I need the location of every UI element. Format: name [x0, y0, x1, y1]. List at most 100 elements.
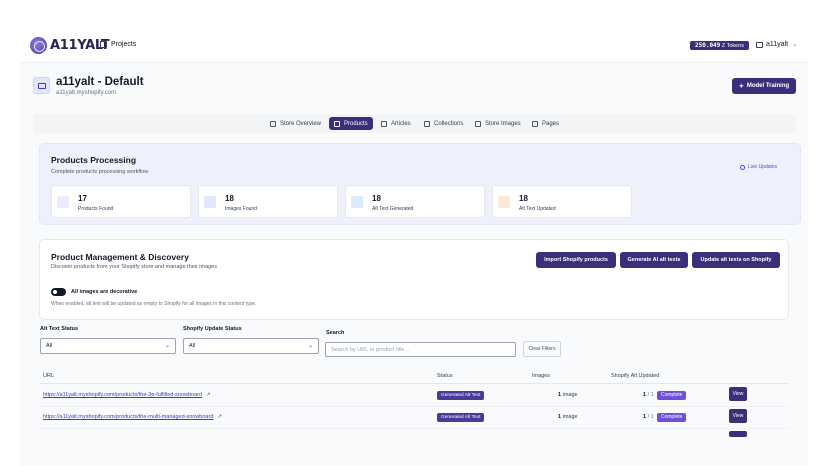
store-icon	[270, 120, 276, 127]
status-badge: Generated Alt Text	[437, 391, 485, 400]
image-count: 1 image	[558, 414, 578, 420]
projects-link[interactable]: Projects	[100, 41, 136, 48]
generate-alt-texts-button[interactable]: Generate AI alt texts	[620, 252, 688, 268]
stat-alt-text-generated: 18 Alt Text Generated	[345, 185, 485, 218]
management-title: Product Management & Discovery	[51, 252, 189, 262]
tab-collections[interactable]: Collections	[419, 117, 468, 130]
tab-label: Collections	[434, 120, 464, 127]
view-button[interactable]: View	[729, 387, 747, 401]
stat-value: 18	[519, 194, 528, 203]
stat-alt-text-updated: 18 Alt Text Updated	[492, 185, 632, 218]
image-icon	[204, 196, 216, 208]
updated-count: 1 / 1	[643, 414, 654, 420]
product-url: https://a11yalt.myshopify.com/products/t…	[43, 414, 214, 420]
complete-badge: Complete	[657, 413, 687, 422]
tab-articles[interactable]: Articles	[376, 117, 416, 130]
store-icon	[756, 41, 763, 48]
stat-label: Alt Text Updated	[519, 206, 556, 212]
chevron-down-icon: ⌄	[164, 343, 170, 349]
stat-images-found: 18 Images Found	[198, 185, 338, 218]
updated-total: / 1	[647, 414, 654, 420]
external-link-icon: ↗	[217, 414, 222, 420]
external-link-icon: ↗	[206, 392, 211, 398]
tab-store-images[interactable]: Store Images	[470, 117, 526, 130]
column-url: URL	[43, 373, 55, 379]
model-training-button[interactable]: ✦ Model Training	[732, 78, 796, 94]
status-badge: Generated Alt Text	[437, 413, 485, 422]
stat-value: 17	[78, 194, 87, 203]
sparkle-icon: ✦	[738, 83, 744, 90]
logo-mark-icon	[30, 37, 47, 54]
product-url: https://a11yalt.myshopify.com/products/t…	[43, 392, 203, 398]
model-training-label: Model Training	[746, 83, 790, 89]
updated-count: 1 / 1	[643, 392, 654, 398]
stat-label: Alt Text Generated	[372, 206, 414, 212]
collection-icon	[424, 120, 430, 127]
image-icon	[475, 120, 481, 127]
product-management-panel: Product Management & Discovery Discover …	[39, 239, 789, 320]
update-alt-texts-button[interactable]: Update alt texts on Shopify	[692, 252, 780, 268]
tokens-badge: 250.049 Z Tokens	[690, 41, 750, 50]
user-menu[interactable]: a11yalt ⌄	[756, 41, 797, 48]
chevron-down-icon: ⌄	[307, 343, 313, 349]
stat-value: 18	[372, 194, 381, 203]
tokens-value: 250.049	[695, 42, 721, 49]
page-icon	[532, 120, 538, 127]
app-window: A11YALT Projects 250.049 Z Tokens a11yal…	[20, 30, 808, 466]
products-processing-panel: Products Processing Complete products pr…	[39, 143, 801, 225]
article-icon	[381, 120, 387, 127]
table-header: URL Status Images Shopify Alt Updated	[39, 370, 789, 384]
clear-filters-button[interactable]: Clear Filters	[523, 341, 561, 357]
store-domain: a11yalt.myshopify.com	[56, 90, 117, 96]
refresh-icon	[498, 196, 510, 208]
decorative-toggle-help: When enabled, alt text will be updated a…	[51, 301, 257, 307]
processing-title: Products Processing	[51, 155, 137, 165]
live-updates-indicator: Live Updates	[740, 164, 777, 170]
brand-logo[interactable]: A11YALT	[30, 37, 110, 54]
shopify-status-label: Shopify Update Status	[183, 326, 242, 332]
alt-status-label: Alt Text Status	[40, 326, 79, 332]
view-button-partial[interactable]	[729, 431, 747, 437]
decorative-toggle[interactable]	[51, 288, 66, 296]
shopify-status-select[interactable]: All ⌄	[183, 338, 319, 354]
projects-label: Projects	[111, 41, 137, 48]
tab-label: Articles	[391, 120, 411, 127]
column-shopify-alt-updated: Shopify Alt Updated	[611, 373, 660, 379]
stat-products-found: 17 Products Found	[51, 185, 191, 218]
view-button[interactable]: View	[729, 409, 747, 423]
updated-total: / 1	[647, 392, 654, 398]
table-row: https://a11yalt.myshopify.com/products/t…	[39, 407, 789, 429]
updated-done: 1	[643, 414, 647, 420]
table-row: https://a11yalt.myshopify.com/products/t…	[39, 385, 789, 407]
tab-label: Store Images	[485, 120, 521, 127]
updated-done: 1	[643, 392, 647, 398]
stat-value: 18	[225, 194, 234, 203]
product-url-link[interactable]: https://a11yalt.myshopify.com/products/t…	[43, 392, 211, 398]
top-bar: A11YALT Projects 250.049 Z Tokens a11yal…	[20, 30, 808, 62]
shopping-bag-icon	[57, 196, 69, 208]
table-row-partial	[39, 429, 789, 437]
import-products-button[interactable]: Import Shopify products	[536, 252, 616, 268]
tab-store-overview[interactable]: Store Overview	[265, 117, 326, 130]
tab-label: Pages	[542, 120, 560, 127]
stat-label: Products Found	[78, 206, 114, 212]
product-url-link[interactable]: https://a11yalt.myshopify.com/products/t…	[43, 414, 222, 420]
live-updates-label: Live Updates	[748, 164, 778, 170]
shopify-status-value: All	[189, 343, 196, 349]
management-subtitle: Discover products from your Shopify stor…	[51, 264, 217, 270]
live-dot-icon	[740, 164, 745, 170]
sparkle-icon	[351, 196, 363, 208]
tab-products[interactable]: Products	[329, 117, 373, 130]
folder-icon	[33, 77, 50, 94]
tab-label: Products	[344, 120, 368, 127]
tabs-bar: Store Overview Products Articles Collect…	[33, 114, 796, 133]
alt-status-select[interactable]: All ⌄	[40, 338, 176, 354]
search-label: Search	[326, 330, 345, 336]
processing-subtitle: Complete products processing workflow	[51, 169, 149, 175]
box-icon	[334, 120, 340, 127]
image-count-unit: image	[562, 414, 578, 420]
chevron-down-icon: ⌄	[792, 42, 798, 48]
image-count: 1 image	[558, 392, 578, 398]
search-input[interactable]	[325, 342, 516, 357]
tab-pages[interactable]: Pages	[527, 117, 564, 130]
